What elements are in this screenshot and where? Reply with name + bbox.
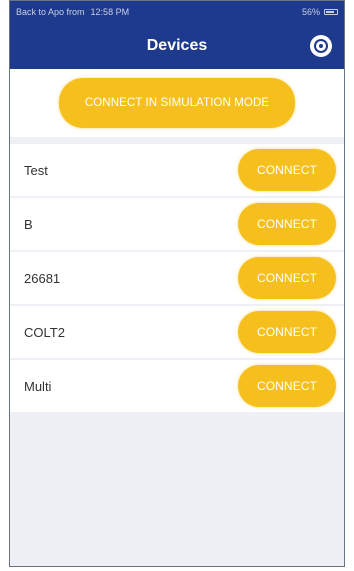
- device-row: Multi CONNECT: [10, 360, 344, 412]
- nav-bar: Devices: [10, 23, 344, 69]
- back-to-app-link[interactable]: Back to Apo from: [16, 7, 85, 17]
- simulation-section: CONNECT IN SIMULATION MODE: [10, 69, 344, 137]
- battery-percent: 56%: [301, 7, 320, 17]
- device-row: Test CONNECT: [10, 144, 344, 196]
- settings-icon-ring: [314, 39, 328, 53]
- phone-frame: Back to Apo from 12:58 PM 56% Devices CO…: [9, 0, 345, 567]
- device-row: 26681 CONNECT: [10, 252, 344, 304]
- connect-button[interactable]: CONNECT: [238, 149, 336, 191]
- device-name: 26681: [24, 270, 61, 286]
- status-time: 12:58 PM: [90, 7, 130, 17]
- device-row: COLT2 CONNECT: [10, 306, 344, 358]
- device-name: Multi: [24, 378, 52, 394]
- device-list: Test CONNECT B CONNECT 26681 CONNECT COL…: [10, 144, 344, 414]
- settings-icon[interactable]: [310, 35, 332, 57]
- connect-button[interactable]: CONNECT: [238, 311, 336, 353]
- device-name: COLT2: [24, 324, 65, 340]
- device-name: B: [24, 216, 33, 232]
- connect-button[interactable]: CONNECT: [238, 365, 336, 407]
- device-name: Test: [24, 162, 48, 178]
- status-bar: Back to Apo from 12:58 PM 56%: [10, 1, 344, 23]
- device-row: B CONNECT: [10, 198, 344, 250]
- connect-button[interactable]: CONNECT: [238, 203, 336, 245]
- connect-button[interactable]: CONNECT: [238, 257, 336, 299]
- connect-simulation-button[interactable]: CONNECT IN SIMULATION MODE: [59, 78, 295, 128]
- page-title: Devices: [146, 37, 208, 54]
- battery-icon: [324, 9, 338, 15]
